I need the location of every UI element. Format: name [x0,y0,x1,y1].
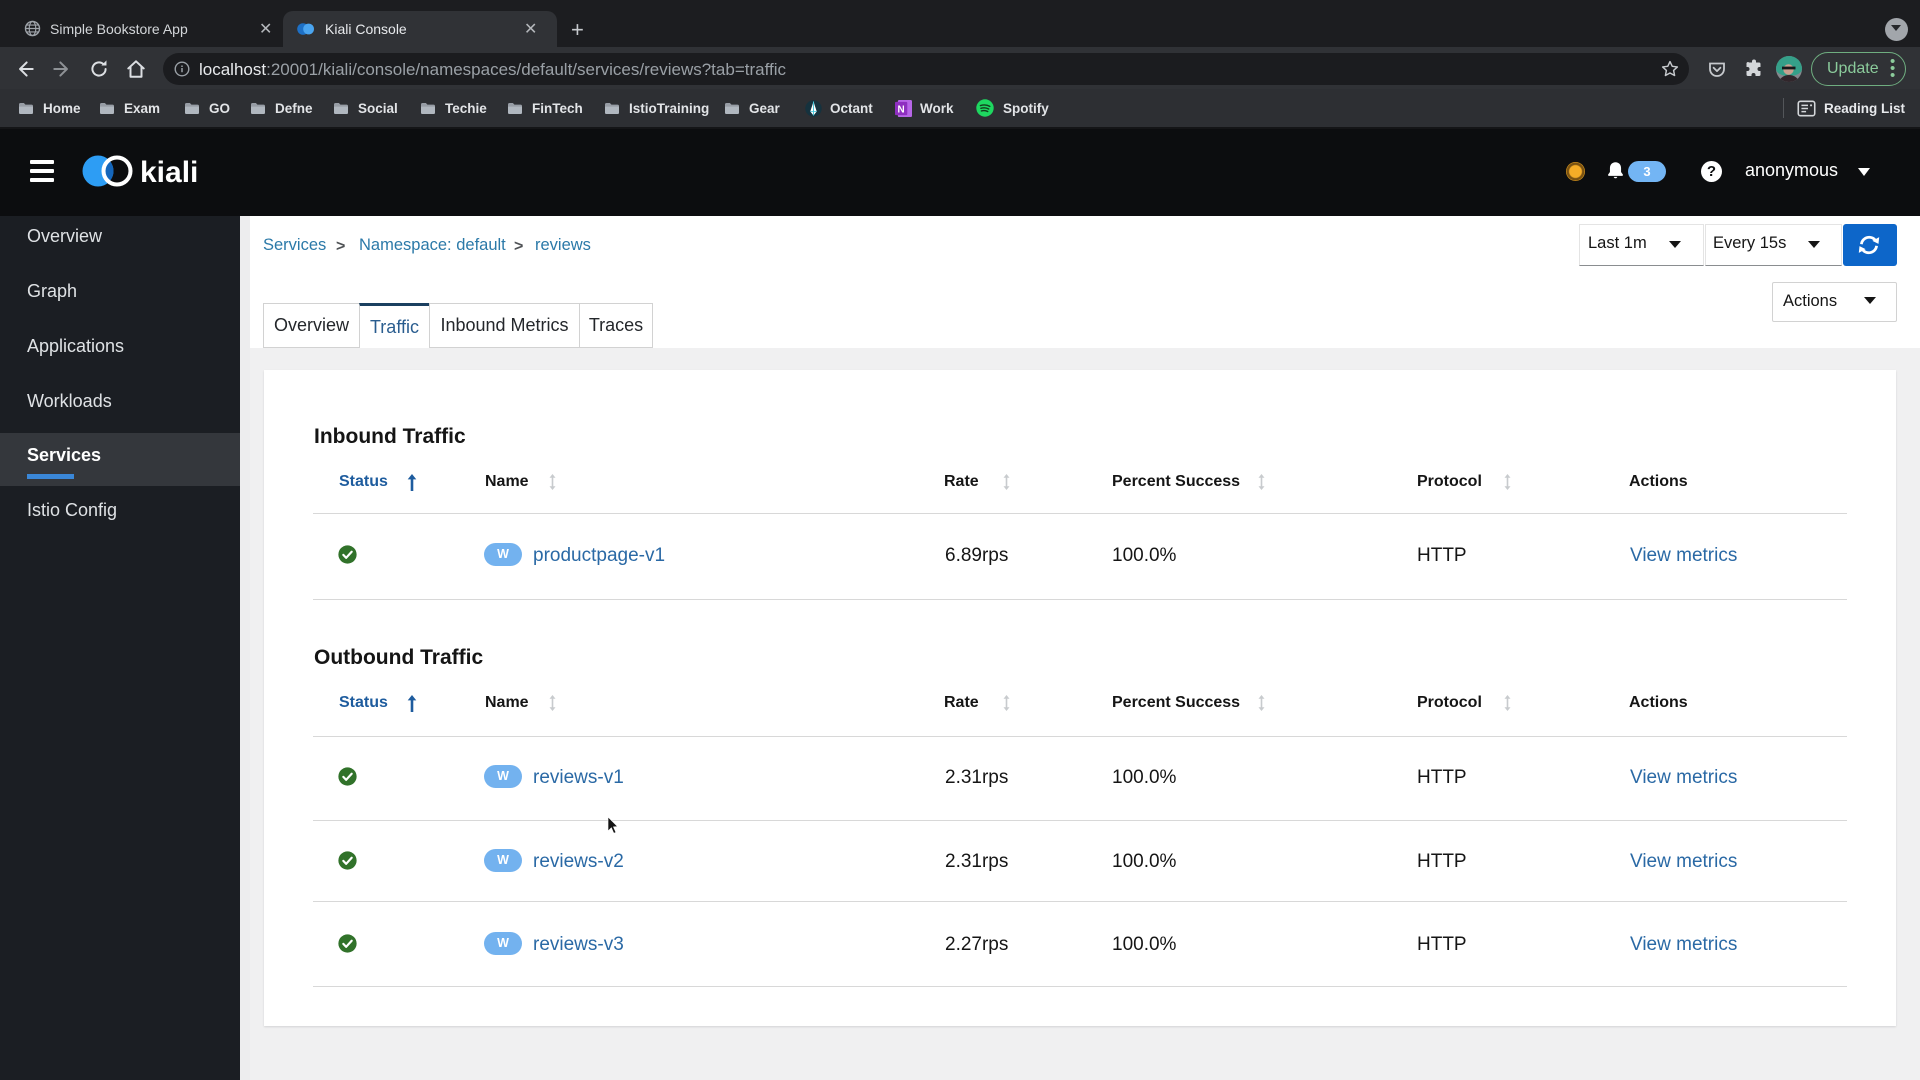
svg-text:N: N [898,104,905,115]
